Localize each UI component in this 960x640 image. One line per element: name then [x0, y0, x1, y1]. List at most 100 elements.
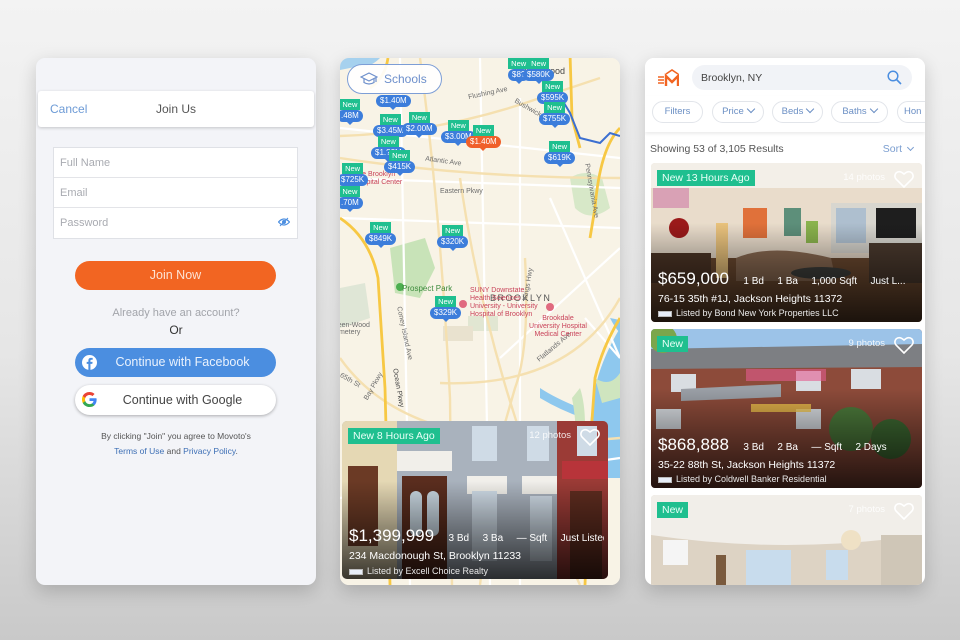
- show-password-eye-icon[interactable]: [278, 217, 290, 227]
- filter-bar: Filters Price Beds Baths Hon: [645, 96, 925, 132]
- sort-button[interactable]: Sort: [882, 143, 915, 155]
- search-icon[interactable]: [887, 70, 902, 85]
- schools-button[interactable]: Schools: [347, 64, 442, 94]
- listing-address: 234 Macdonough St, Brooklyn 11233: [349, 550, 522, 562]
- listing-card[interactable]: New 13 Hours Ago 14 photos $659,000 1 Bd…: [651, 163, 922, 322]
- listing-status: Just L...: [870, 276, 906, 287]
- graduation-cap-icon: [360, 72, 378, 85]
- terms-prefix-text: By clicking "Join" you agree to Movoto's: [101, 431, 251, 441]
- marker-new-tag: New: [340, 99, 361, 110]
- email-input[interactable]: [60, 178, 270, 207]
- listing-sqft: — Sqft: [811, 442, 842, 453]
- marker-price: .48M: [340, 110, 363, 125]
- marker-new-tag: New: [435, 296, 457, 307]
- marker-price: .70M: [340, 197, 363, 212]
- listing-status: Just Listed: [560, 533, 604, 544]
- map-listing-card[interactable]: New 8 Hours Ago 12 photos $1,399,999 3 B…: [342, 421, 608, 579]
- mls-icon: [658, 310, 672, 317]
- new-listing-badge: New: [657, 502, 689, 518]
- location-search-input[interactable]: [701, 65, 881, 90]
- map-price-marker[interactable]: $1.40M: [376, 95, 411, 110]
- new-listing-badge: New 8 Hours Ago: [348, 428, 440, 444]
- map-price-marker[interactable]: New .70M: [340, 186, 363, 212]
- baths-filter-chip[interactable]: Baths: [831, 101, 888, 123]
- favorite-heart-icon[interactable]: [894, 502, 914, 520]
- map-price-marker[interactable]: New $415K: [384, 150, 416, 176]
- marker-new-tag: New: [389, 150, 411, 161]
- continue-with-facebook-button[interactable]: Continue with Facebook: [75, 348, 276, 377]
- join-now-button[interactable]: Join Now: [75, 261, 276, 290]
- map-price-marker[interactable]: New $1.40M: [466, 125, 501, 151]
- map-price-marker[interactable]: New $725K: [340, 163, 369, 189]
- chip-label: Baths: [842, 106, 867, 117]
- marker-price: $755K: [539, 113, 571, 128]
- chip-label: Hon: [904, 106, 922, 117]
- chevron-down-icon: [906, 143, 915, 152]
- mls-icon: [349, 568, 363, 575]
- marker-new-tag: New: [408, 112, 430, 123]
- map-price-marker[interactable]: New $329K: [430, 296, 462, 322]
- listing-card[interactable]: New 7 photos: [651, 495, 922, 585]
- marker-price: $329K: [430, 307, 462, 322]
- listing-price: $868,888: [658, 435, 729, 454]
- chip-label: Filters: [664, 106, 691, 117]
- map-price-marker[interactable]: New $619K: [544, 141, 576, 167]
- photo-count: 12 photos: [529, 430, 571, 441]
- home-type-filter-chip[interactable]: Hon: [897, 101, 925, 123]
- favorite-heart-icon[interactable]: [580, 428, 600, 446]
- search-results-screen: Filters Price Beds Baths Hon Showing 53 …: [645, 58, 925, 585]
- join-header: Cancel Join Us: [38, 91, 314, 127]
- map-price-marker[interactable]: New .48M: [340, 99, 363, 125]
- chevron-down-icon: [746, 104, 756, 114]
- marker-new-tag: New: [542, 81, 564, 92]
- marker-new-tag: New: [528, 58, 550, 69]
- listing-baths: 2 Ba: [777, 442, 798, 453]
- listing-broker: Listed by Coldwell Banker Residential: [658, 474, 827, 484]
- password-input[interactable]: [60, 208, 270, 237]
- terms-and-text: and: [166, 446, 181, 456]
- map-price-marker[interactable]: New $2.00M: [402, 112, 437, 138]
- movoto-logo-icon[interactable]: [657, 69, 679, 87]
- results-count: Showing 53 of 3,105 Results: [650, 143, 784, 155]
- marker-price: $580K: [523, 69, 555, 84]
- password-field-row: [54, 208, 297, 238]
- marker-new-tag: New: [379, 114, 401, 125]
- already-have-account-link[interactable]: Already have an account?: [36, 307, 316, 319]
- marker-price: $849K: [365, 233, 397, 248]
- photo-count: 7 photos: [848, 504, 885, 515]
- join-screen: Cancel Join Us Join Now Already have an …: [36, 58, 316, 585]
- filters-chip[interactable]: Filters: [652, 101, 703, 123]
- listing-baths: 3 Ba: [482, 533, 504, 544]
- chip-label: Beds: [781, 106, 804, 117]
- favorite-heart-icon[interactable]: [894, 336, 914, 354]
- map-price-marker[interactable]: New $580K: [523, 58, 555, 84]
- marker-new-tag: New: [377, 136, 399, 147]
- listing-beds: 3 Bd: [743, 442, 764, 453]
- full-name-input[interactable]: [60, 148, 270, 177]
- price-filter-chip[interactable]: Price: [712, 101, 764, 123]
- map-price-marker[interactable]: New $595K: [537, 81, 569, 107]
- favorite-heart-icon[interactable]: [894, 170, 914, 188]
- mls-icon: [658, 476, 672, 483]
- sort-label: Sort: [882, 143, 902, 155]
- map-price-marker[interactable]: New $320K: [437, 225, 469, 251]
- map-street-label: Eastern Pkwy: [440, 188, 483, 195]
- beds-filter-chip[interactable]: Beds: [772, 101, 823, 123]
- marker-price: $619K: [544, 152, 576, 167]
- continue-with-google-button[interactable]: Continue with Google: [75, 385, 276, 415]
- marker-new-tag: New: [544, 102, 566, 113]
- new-listing-badge: New: [657, 336, 689, 352]
- listing-baths: 1 Ba: [777, 276, 798, 287]
- listing-card[interactable]: New 9 photos $868,888 3 Bd 2 Ba — Sqft 2…: [651, 329, 922, 488]
- listing-beds: 1 Bd: [743, 276, 764, 287]
- map-price-marker[interactable]: New $755K: [539, 102, 571, 128]
- listing-price-row: $659,000 1 Bd 1 Ba 1,000 Sqft Just L...: [658, 269, 918, 289]
- terms-of-use-link[interactable]: Terms of Use: [114, 446, 164, 456]
- privacy-policy-link[interactable]: Privacy Policy: [183, 446, 235, 456]
- marker-new-tag: New: [342, 163, 364, 174]
- listing-price-row: $868,888 3 Bd 2 Ba — Sqft 2 Days: [658, 435, 918, 455]
- map-price-marker[interactable]: New $849K: [365, 222, 397, 248]
- search-field[interactable]: [692, 65, 912, 90]
- listing-price: $659,000: [658, 269, 729, 288]
- marker-new-tag: New: [472, 125, 494, 136]
